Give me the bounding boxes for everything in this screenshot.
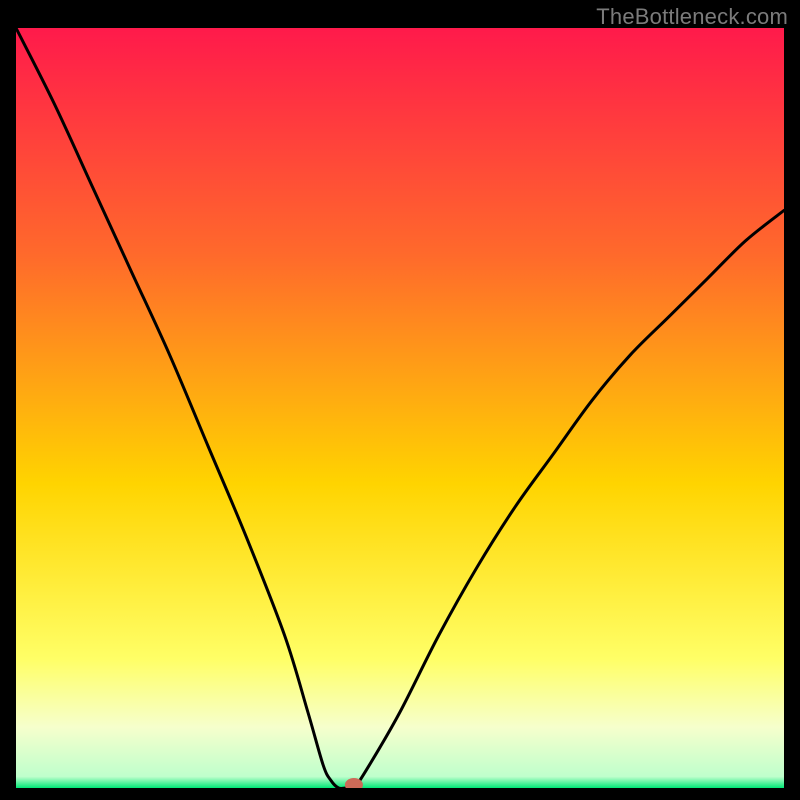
watermark-text: TheBottleneck.com (596, 4, 788, 30)
chart-svg (16, 28, 784, 788)
plot-area (16, 28, 784, 788)
chart-frame: TheBottleneck.com (0, 0, 800, 800)
gradient-background (16, 28, 784, 788)
